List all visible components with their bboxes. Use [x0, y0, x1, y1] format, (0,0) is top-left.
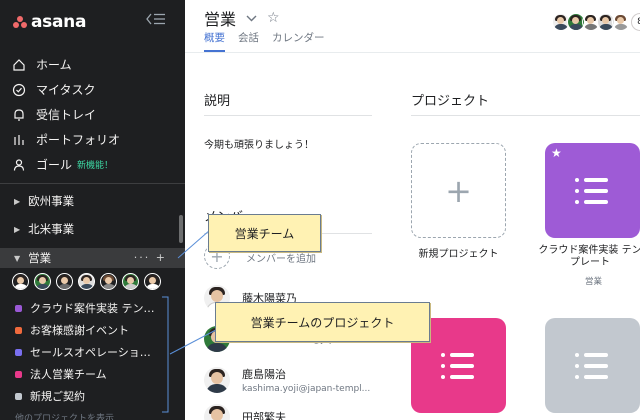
callout-sales-team-projects: 営業チームのプロジェクト [215, 302, 430, 342]
callout-leader-lines [162, 229, 236, 413]
callout-sales-team: 営業チーム [208, 214, 321, 252]
